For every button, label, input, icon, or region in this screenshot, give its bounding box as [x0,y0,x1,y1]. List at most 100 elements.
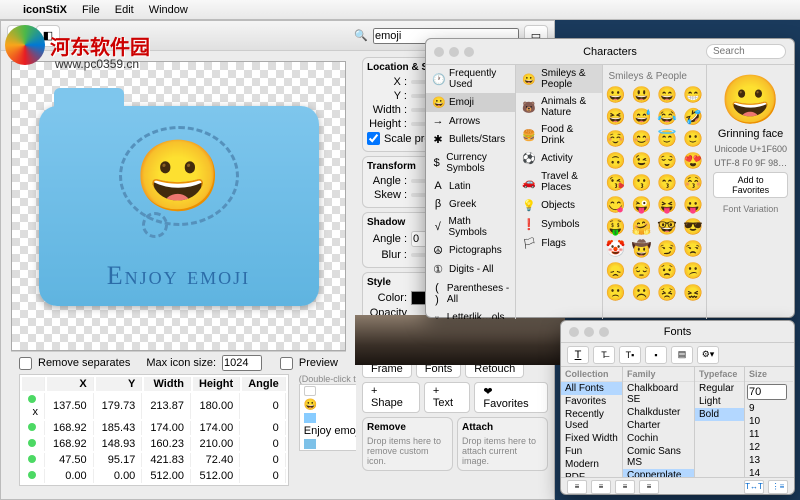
font-item[interactable]: 13 [745,454,793,467]
font-item[interactable]: Fun [561,445,622,458]
font-traffic-lights[interactable] [569,327,609,337]
emoji-grid[interactable]: Smileys & People 😀😃😄😁😆😅😂🤣☺️😊😇🙂🙃😉😌😍😘😗😙😚😋😜… [603,65,707,319]
emoji-cell[interactable]: 😃 [631,85,651,105]
app-name[interactable]: iconStiX [23,4,67,16]
emoji-cell[interactable]: 😄 [657,85,677,105]
subcategory-item[interactable]: 💡Objects [516,196,601,215]
add-text-button[interactable]: + Text [424,382,470,413]
font-item[interactable]: Bold [695,408,744,421]
emoji-cell[interactable]: 😞 [606,261,626,281]
folder-icon[interactable]: 😀 Enjoy emoji [39,106,319,306]
emoji-cell[interactable]: 😟 [657,261,677,281]
category-item[interactable]: →Arrows [426,112,515,130]
emoji-cell[interactable]: 🙂 [683,129,703,149]
font-item[interactable]: 10 [745,415,793,428]
emoji-cell[interactable]: 😍 [683,151,703,171]
subcategory-item[interactable]: 🚗Travel & Places [516,168,601,196]
category-item[interactable]: ✱Bullets/Stars [426,130,515,149]
emoji-cell[interactable]: 😙 [657,173,677,193]
strike-icon[interactable]: T̶ [593,346,615,364]
emoji-cell[interactable]: 😉 [631,151,651,171]
folder-text[interactable]: Enjoy emoji [39,261,319,291]
characters-search[interactable] [706,44,786,59]
emoji-cell[interactable]: 😔 [631,261,651,281]
emoji-cell[interactable]: ☺️ [606,129,626,149]
scale-check[interactable] [367,132,380,145]
category-item[interactable]: $Currency Symbols [426,149,515,177]
emoji-cell[interactable]: 😖 [683,283,703,303]
subcategory-item[interactable]: ❗Symbols [516,215,601,234]
font-item[interactable]: Recently Used [561,408,622,432]
category-item[interactable]: βGreek [426,195,515,213]
category-item[interactable]: ALatin [426,177,515,195]
menu-window[interactable]: Window [149,4,188,16]
menu-file[interactable]: File [82,4,100,16]
typeface-col[interactable]: TypefaceRegularLightBold [695,367,745,477]
category-item[interactable]: ÄLetterlik…ols - All [426,309,515,319]
font-item[interactable]: Comic Sans MS [623,445,694,469]
emoji-cell[interactable]: 😁 [683,85,703,105]
menu-edit[interactable]: Edit [115,4,134,16]
emoji-cell[interactable]: 😏 [657,239,677,259]
font-item[interactable]: Cochin [623,432,694,445]
size-col[interactable]: Size 9101112131418 [745,367,793,477]
category-list-1[interactable]: 🕐Frequently Used😀Emoji→Arrows✱Bullets/St… [426,65,516,319]
bg-color-icon[interactable]: ▪ [645,346,667,364]
speech-bubble[interactable]: 😀 [119,126,239,226]
font-item[interactable]: Chalkboard SE [623,382,694,406]
category-item[interactable]: ①Digits - All [426,260,515,279]
emoji-cell[interactable]: 😗 [631,173,651,193]
emoji-cell[interactable]: 😊 [631,129,651,149]
subcategory-item[interactable]: 🍔Food & Drink [516,121,601,149]
emoji-cell[interactable]: 😘 [606,173,626,193]
category-item[interactable]: 😀Emoji [426,93,515,112]
emoji-cell[interactable]: 😆 [606,107,626,127]
font-item[interactable]: Favorites [561,395,622,408]
collection-col[interactable]: CollectionAll FontsFavoritesRecently Use… [561,367,623,477]
font-item[interactable]: Light [695,395,744,408]
emoji-cell[interactable]: 😂 [657,107,677,127]
emoji-cell[interactable]: 😅 [631,107,651,127]
font-item[interactable]: PDF [561,471,622,477]
emoji-cell[interactable]: 😜 [631,195,651,215]
preview-check[interactable] [280,357,293,370]
font-item[interactable]: 11 [745,428,793,441]
spacing-icon[interactable]: T↔T [744,480,764,494]
emoji-cell[interactable]: 🤠 [631,239,651,259]
font-item[interactable]: Chalkduster [623,406,694,419]
align-right-icon[interactable]: ≡ [615,480,635,494]
category-list-2[interactable]: 😀Smileys & People🐻Animals & Nature🍔Food … [516,65,602,319]
emoji-cell[interactable]: 🙁 [606,283,626,303]
emoji-cell[interactable]: 😇 [657,129,677,149]
emoji-cell[interactable]: 😒 [683,239,703,259]
emoji-cell[interactable]: 🤑 [606,217,626,237]
underline-icon[interactable]: T [567,346,589,364]
add-favorites-button[interactable]: Add to Favorites [713,172,788,198]
emoji-cell[interactable]: 🤓 [657,217,677,237]
justify-icon[interactable]: ≡ [639,480,659,494]
effects-icon[interactable]: ▤ [671,346,693,364]
emoji-cell[interactable]: 😎 [683,217,703,237]
emoji-cell[interactable]: 😋 [606,195,626,215]
text-color-icon[interactable]: T▪ [619,346,641,364]
emoji-cell[interactable]: 😛 [683,195,703,215]
font-item[interactable]: 14 [745,467,793,477]
align-center-icon[interactable]: ≡ [591,480,611,494]
font-item[interactable]: Charter [623,419,694,432]
font-item[interactable]: Modern [561,458,622,471]
subcategory-item[interactable]: 🐻Animals & Nature [516,93,601,121]
add-shape-button[interactable]: + Shape [362,382,420,413]
emoji-cell[interactable]: 😝 [657,195,677,215]
category-item[interactable]: √Math Symbols [426,213,515,241]
category-item[interactable]: ☮Pictographs [426,241,515,260]
emoji-cell[interactable]: 😌 [657,151,677,171]
font-item[interactable]: Copperplate [623,469,694,477]
emoji-cell[interactable]: 🙃 [606,151,626,171]
font-item[interactable]: 9 [745,402,793,415]
emoji-cell[interactable]: ☹️ [631,283,651,303]
canvas[interactable]: 😀 Enjoy emoji [11,61,346,351]
font-item[interactable]: Fixed Width [561,432,622,445]
layer-table[interactable]: XY WidthHeight Angle x137.50179.73213.87… [19,374,289,486]
traffic-lights[interactable] [434,47,474,57]
list-icon[interactable]: ⋮≡ [768,480,788,494]
